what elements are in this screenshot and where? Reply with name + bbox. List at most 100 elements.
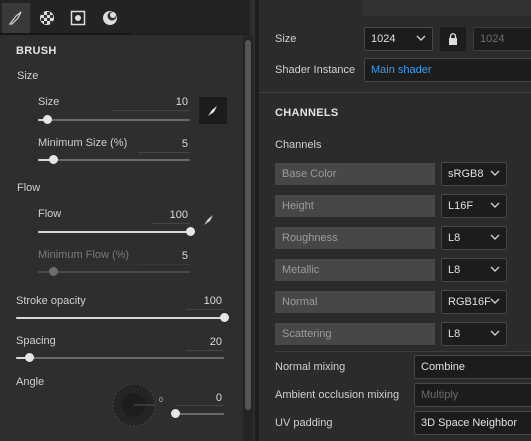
section-separator xyxy=(259,92,531,93)
channel-format-select[interactable]: sRGB8 xyxy=(441,162,507,186)
size-value[interactable]: 10 xyxy=(150,96,188,108)
ao-mixing-label: Ambient occlusion mixing xyxy=(275,389,400,401)
stroke-opacity-label: Stroke opacity xyxy=(16,295,86,307)
chevron-down-icon xyxy=(490,202,500,208)
material-icon xyxy=(103,11,117,25)
size-slider-knob[interactable] xyxy=(42,115,52,124)
angle-dial[interactable] xyxy=(110,381,158,432)
brush-properties-panel xyxy=(0,0,257,441)
alpha-tab[interactable] xyxy=(33,3,61,33)
channel-format-select[interactable]: L16F xyxy=(441,194,507,218)
uv-padding-value: 3D Space Neighbor xyxy=(421,417,518,429)
stencil-tab[interactable] xyxy=(64,3,92,33)
flow-group-label: Flow xyxy=(17,182,41,194)
chevron-down-icon xyxy=(490,298,500,304)
checker-icon xyxy=(40,11,54,25)
spacing-slider-track[interactable] xyxy=(16,357,224,359)
size-pen-pressure-button[interactable] xyxy=(199,97,227,124)
size-locked-value: 1024 xyxy=(480,33,505,45)
angle-label: Angle xyxy=(16,376,45,388)
channel-name: Scattering xyxy=(275,323,435,345)
chevron-down-icon xyxy=(490,330,500,336)
pen-pressure-icon xyxy=(204,215,213,225)
min-flow-value: 5 xyxy=(181,250,188,262)
channel-format-value: RGB16F xyxy=(448,296,491,308)
channel-format-select[interactable]: L8 xyxy=(441,226,507,250)
min-size-value[interactable]: 5 xyxy=(150,138,188,150)
angle-value-underline xyxy=(175,405,225,406)
channel-name: Base Color xyxy=(275,163,435,185)
flow-label: Flow xyxy=(38,208,62,220)
brush-icon xyxy=(8,11,22,25)
size-slider-track[interactable] xyxy=(38,119,190,121)
channel-name: Normal xyxy=(275,291,435,313)
angle-value[interactable]: 0 xyxy=(184,392,222,404)
tool-tab-bar xyxy=(0,0,250,35)
pen-pressure-icon xyxy=(208,105,217,116)
min-size-slider-knob[interactable] xyxy=(48,155,58,164)
min-flow-slider-knob xyxy=(48,267,58,276)
uv-padding-label: UV padding xyxy=(275,417,333,429)
size-value-underline xyxy=(112,110,190,111)
stroke-opacity-slider-fill xyxy=(16,317,224,319)
stroke-opacity-slider-knob[interactable] xyxy=(219,313,229,322)
size-setting-label: Size xyxy=(275,33,297,45)
brush-header: BRUSH xyxy=(16,45,57,57)
channel-format-select[interactable]: L8 xyxy=(441,322,507,346)
ao-mixing-select: Multiply xyxy=(414,383,531,407)
spacing-value[interactable]: 20 xyxy=(184,336,222,348)
chevron-down-icon xyxy=(490,234,500,240)
shader-instance-field[interactable]: Main shader xyxy=(364,58,531,82)
normal-mixing-select[interactable]: Combine xyxy=(414,355,531,379)
min-size-underline xyxy=(138,152,190,153)
channels-label: Channels xyxy=(275,139,322,151)
channel-name: Metallic xyxy=(275,259,435,281)
min-size-slider-track[interactable] xyxy=(38,159,190,161)
channels-header: CHANNELS xyxy=(275,107,339,119)
brush-tab[interactable] xyxy=(2,3,30,33)
spacing-value-underline xyxy=(186,350,224,351)
size-select-value: 1024 xyxy=(371,33,396,45)
chevron-down-icon xyxy=(490,266,500,272)
normal-mixing-label: Normal mixing xyxy=(275,361,346,373)
uv-padding-select[interactable]: 3D Space Neighbor xyxy=(414,411,531,435)
material-tab[interactable] xyxy=(96,3,124,33)
flow-value-underline xyxy=(152,223,190,224)
angle-dial-zero: 0 xyxy=(159,397,163,404)
channel-name: Roughness xyxy=(275,227,435,249)
spacing-slider-knob[interactable] xyxy=(25,353,35,362)
stencil-icon xyxy=(70,10,86,26)
angle-slider-knob[interactable] xyxy=(170,409,180,418)
normal-mixing-value: Combine xyxy=(421,361,466,373)
channel-format-value: L16F xyxy=(448,200,474,212)
flow-pen-pressure-button[interactable] xyxy=(203,214,215,229)
channel-format-value: L8 xyxy=(448,328,461,340)
flow-slider-fill xyxy=(38,231,190,233)
min-size-label: Minimum Size (%) xyxy=(38,137,128,149)
chevron-down-icon xyxy=(416,35,426,41)
flow-slider-knob[interactable] xyxy=(185,227,195,236)
min-flow-slider-track xyxy=(38,271,190,273)
size-lock-button[interactable] xyxy=(440,27,466,51)
channel-format-select[interactable]: L8 xyxy=(441,258,507,282)
stroke-opacity-value[interactable]: 100 xyxy=(184,295,222,307)
angle-slider-track[interactable] xyxy=(173,413,224,415)
flow-value[interactable]: 100 xyxy=(150,209,188,221)
channel-format-value: sRGB8 xyxy=(448,168,484,180)
stroke-opacity-underline xyxy=(186,309,224,310)
left-scrollbar-thumb[interactable] xyxy=(245,40,251,410)
channels-separator xyxy=(275,351,531,352)
spacing-label: Spacing xyxy=(16,335,56,347)
min-flow-underline xyxy=(138,264,190,265)
size-select[interactable]: 1024 xyxy=(364,27,433,51)
channel-format-select[interactable]: RGB16F xyxy=(441,290,507,314)
chevron-down-icon xyxy=(490,170,500,176)
min-flow-label: Minimum Flow (%) xyxy=(38,249,130,261)
size-group-label: Size xyxy=(17,70,39,82)
channel-name: Height xyxy=(275,195,435,217)
size-label: Size xyxy=(38,96,60,108)
tab-bar-border xyxy=(0,33,130,35)
lock-icon xyxy=(449,33,457,45)
shader-instance-link[interactable]: Main shader xyxy=(371,64,432,76)
ao-mixing-value: Multiply xyxy=(421,389,459,401)
